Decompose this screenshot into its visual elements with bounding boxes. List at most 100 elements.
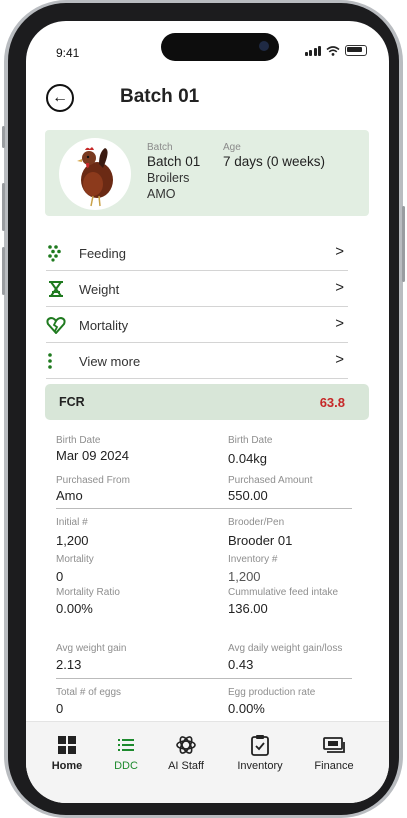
field-label: Avg daily weight gain/loss <box>228 643 343 654</box>
field-value: Amo <box>56 488 83 503</box>
menu-item-label: Weight <box>79 282 120 297</box>
volume-up-button <box>2 183 5 231</box>
tab-home[interactable]: Home <box>33 734 101 772</box>
mortality-ratio-field: Mortality Ratio 0.00% <box>56 587 196 616</box>
status-time: 9:41 <box>56 46 80 60</box>
tab-label: Inventory <box>237 760 283 772</box>
hen-icon <box>77 147 113 207</box>
batch-menu: Feeding > Weight > Mortality > View more <box>46 236 348 380</box>
total-eggs-field: Total # of eggs 0 <box>56 687 196 716</box>
initial-count-field: Initial # 1,200 <box>56 517 196 548</box>
field-label: Avg weight gain <box>56 643 127 654</box>
bottom-tab-bar: Home DDC AI Staff Inventory Finance <box>26 721 389 803</box>
field-label: Birth Date <box>56 435 101 446</box>
list-icon <box>118 739 134 751</box>
inventory-count-field: Inventory # 1,200 <box>228 554 368 584</box>
tab-ai-staff[interactable]: AI Staff <box>152 734 220 772</box>
more-dots-icon <box>48 353 52 369</box>
age-info-column: Age 7 days (0 weeks) <box>223 142 325 169</box>
fcr-label: FCR <box>59 395 85 409</box>
field-value: 136.00 <box>228 601 268 616</box>
field-label: Inventory # <box>228 554 278 565</box>
hen-photo <box>59 138 131 210</box>
battery-icon <box>345 45 367 56</box>
batch-summary-card: Batch Batch 01 Broilers AMO Age 7 days (… <box>45 130 369 216</box>
field-value: 0.00% <box>56 601 93 616</box>
batch-type: Broilers <box>147 171 190 185</box>
app-screen: 9:41 ← Batch 01 Batch Batch 01 Broilers … <box>26 21 389 803</box>
scale-icon <box>49 281 63 297</box>
field-value: 550.00 <box>228 488 268 503</box>
grid-icon <box>58 736 76 754</box>
tab-label: Home <box>51 760 83 772</box>
field-label: Brooder/Pen <box>228 517 285 528</box>
brooder-pen-field: Brooder/Pen Brooder 01 <box>228 517 368 548</box>
field-value: 0.00% <box>228 701 265 716</box>
fcr-value: 63.8 <box>319 395 345 410</box>
age-value: 7 days (0 weeks) <box>223 154 326 169</box>
field-value: 1,200 <box>228 569 261 584</box>
cash-icon <box>323 737 345 753</box>
menu-item-mortality[interactable]: Mortality > <box>46 308 348 343</box>
birth-date-field: Birth Date Mar 09 2024 <box>56 435 196 463</box>
camera-icon <box>259 41 269 51</box>
chevron-right-icon: > <box>335 279 344 296</box>
birth-weight-field: Birth Date 0.04kg <box>228 435 368 466</box>
status-icons <box>304 45 367 56</box>
volume-down-button <box>2 247 5 295</box>
avg-weight-gain-field: Avg weight gain 2.13 <box>56 643 196 672</box>
divider <box>56 678 352 679</box>
divider <box>56 508 352 509</box>
mute-switch <box>2 126 5 148</box>
batch-name: Batch 01 <box>147 154 201 169</box>
chevron-right-icon: > <box>335 243 344 260</box>
field-label: Egg production rate <box>228 687 316 698</box>
arrow-left-icon: ← <box>52 89 68 106</box>
menu-item-weight[interactable]: Weight > <box>46 272 348 307</box>
field-value: Brooder 01 <box>228 533 293 548</box>
age-label: Age <box>223 142 241 153</box>
cumulative-feed-field: Cummulative feed intake 136.00 <box>228 587 388 616</box>
wifi-icon <box>326 45 340 56</box>
tab-label: Finance <box>314 760 354 772</box>
menu-item-label: Feeding <box>79 246 126 261</box>
status-bar: 9:41 <box>26 21 389 69</box>
tab-ddc[interactable]: DDC <box>92 734 160 772</box>
batch-label: Batch <box>147 142 173 153</box>
page-header: ← Batch 01 <box>26 81 389 121</box>
batch-info-column: Batch Batch 01 Broilers AMO <box>147 142 200 201</box>
back-button[interactable]: ← <box>46 84 74 112</box>
field-label: Total # of eggs <box>56 687 122 698</box>
broken-heart-icon <box>46 316 66 334</box>
field-label: Initial # <box>56 517 88 528</box>
purchased-amount-field: Purchased Amount 550.00 <box>228 475 368 503</box>
chevron-right-icon: > <box>335 351 344 368</box>
avg-daily-weight-field: Avg daily weight gain/loss 0.43 <box>228 643 388 672</box>
batch-supplier: AMO <box>147 187 176 201</box>
field-value: 0.43 <box>228 657 254 672</box>
field-label: Purchased From <box>56 475 130 486</box>
field-label: Birth Date <box>228 435 273 446</box>
menu-item-label: View more <box>79 354 141 369</box>
tab-finance[interactable]: Finance <box>300 734 368 772</box>
field-label: Mortality <box>56 554 94 565</box>
field-value: 2.13 <box>56 657 82 672</box>
signal-icon <box>304 45 321 56</box>
page-title: Batch 01 <box>120 86 200 107</box>
field-value: 0.04kg <box>228 451 268 466</box>
menu-item-label: Mortality <box>79 318 129 333</box>
field-value: 0 <box>56 701 64 716</box>
feeding-dots-icon <box>48 245 61 262</box>
tab-label: DDC <box>114 760 138 772</box>
mortality-field: Mortality 0 <box>56 554 196 584</box>
field-label: Purchased Amount <box>228 475 313 486</box>
menu-item-view-more[interactable]: View more > <box>46 344 348 379</box>
ai-knot-icon <box>176 736 196 754</box>
chevron-right-icon: > <box>335 315 344 332</box>
fcr-bar: FCR 63.8 <box>45 384 369 420</box>
field-value: 0 <box>56 569 64 584</box>
power-button <box>402 206 405 282</box>
field-value: Mar 09 2024 <box>56 448 129 463</box>
tab-inventory[interactable]: Inventory <box>226 734 294 772</box>
menu-item-feeding[interactable]: Feeding > <box>46 236 348 271</box>
